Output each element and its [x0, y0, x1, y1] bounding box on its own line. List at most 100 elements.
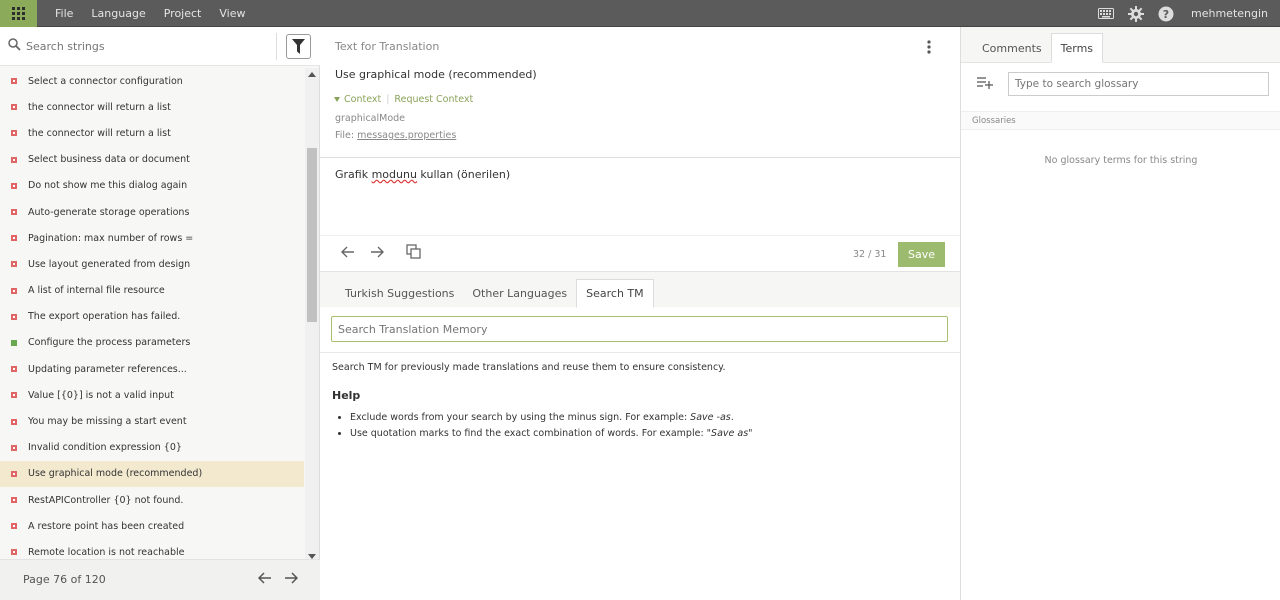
expand-triangle-icon[interactable] — [334, 97, 340, 102]
tab-search-tm[interactable]: Search TM — [576, 279, 654, 308]
app-menu-button[interactable] — [0, 0, 37, 27]
string-label: the connector will return a list — [28, 101, 171, 113]
context-file: File: messages.properties — [335, 130, 456, 141]
menu-project[interactable]: Project — [164, 7, 202, 20]
untranslated-status-icon — [11, 418, 17, 425]
top-right-controls: ? mehmetengin — [1091, 0, 1280, 27]
string-list-item[interactable]: Invalid condition expression {0} — [0, 435, 304, 461]
suggestion-tabs-bar: Turkish Suggestions Other Languages Sear… — [320, 271, 960, 308]
scroll-up-arrow[interactable] — [308, 72, 316, 77]
untranslated-status-icon — [11, 470, 17, 477]
untranslated-status-icon — [11, 523, 17, 530]
context-toggle[interactable]: Context — [344, 94, 381, 105]
page-label: Page 76 of 120 — [23, 573, 106, 586]
pagination: Page 76 of 120 — [0, 559, 320, 600]
string-search-bar — [0, 27, 320, 66]
string-list-item[interactable]: The export operation has failed. — [0, 304, 304, 330]
untranslated-status-icon — [11, 261, 17, 268]
untranslated-status-icon — [11, 209, 17, 216]
glossaries-header: Glossaries — [961, 111, 1280, 130]
string-list-item[interactable]: Select a connector configuration — [0, 68, 304, 94]
string-label: Invalid condition expression {0} — [28, 442, 182, 454]
untranslated-status-icon — [11, 313, 17, 320]
grid-icon — [12, 7, 25, 20]
string-label: Auto-generate storage operations — [28, 206, 190, 218]
menu-language[interactable]: Language — [91, 7, 145, 20]
string-list-item[interactable]: Updating parameter references... — [0, 356, 304, 382]
string-list-item[interactable]: Do not show me this dialog again — [0, 173, 304, 199]
string-list-item[interactable]: You may be missing a start event — [0, 408, 304, 434]
untranslated-status-icon — [11, 78, 17, 85]
tab-terms[interactable]: Terms — [1050, 33, 1104, 63]
help-item: Exclude words from your search by using … — [350, 412, 753, 423]
string-list-item[interactable]: Remote location is not reachable — [0, 539, 304, 559]
request-context-link[interactable]: Request Context — [394, 94, 473, 105]
untranslated-status-icon — [11, 104, 17, 111]
help-icon[interactable]: ? — [1156, 4, 1176, 24]
divider — [320, 352, 960, 353]
help-text: Exclude words from your search by using … — [350, 412, 691, 423]
string-label: A restore point has been created — [28, 520, 185, 532]
string-label: Remote location is not reachable — [28, 546, 185, 558]
context-row: Context | Request Context — [334, 94, 473, 105]
string-list-item[interactable]: Configure the process parameters — [0, 330, 304, 356]
tab-comments[interactable]: Comments — [973, 33, 1051, 63]
string-label: You may be missing a start event — [28, 416, 187, 428]
arrow-left-icon[interactable] — [341, 246, 355, 258]
search-strings-input[interactable] — [26, 37, 266, 55]
divider — [276, 33, 277, 60]
user-name[interactable]: mehmetengin — [1191, 7, 1268, 20]
right-tabs-bar: Comments Terms — [961, 27, 1280, 63]
no-terms-message: No glossary terms for this string — [1044, 155, 1198, 166]
string-list-item[interactable]: Auto-generate storage operations — [0, 199, 304, 225]
prev-page-arrow-icon[interactable] — [258, 572, 272, 584]
next-page-arrow-icon[interactable] — [284, 572, 298, 584]
add-term-icon[interactable] — [977, 77, 993, 89]
editor-panel: Text for Translation Use graphical mode … — [320, 27, 960, 600]
help-item: Use quotation marks to find the exact co… — [350, 428, 753, 439]
string-list-item[interactable]: Use layout generated from design — [0, 251, 304, 277]
glossary-search-input[interactable] — [1008, 72, 1269, 96]
string-list-item[interactable]: the connector will return a list — [0, 120, 304, 146]
string-list-item[interactable]: the connector will return a list — [0, 94, 304, 120]
string-list-item[interactable]: Use graphical mode (recommended) — [0, 460, 304, 487]
string-label: Select business data or document — [28, 154, 190, 166]
untranslated-status-icon — [11, 130, 17, 137]
filter-button[interactable] — [286, 34, 311, 59]
more-options-icon[interactable] — [927, 40, 931, 54]
string-list-item[interactable]: RestAPIController {0} not found. — [0, 487, 304, 513]
scroll-thumb[interactable] — [307, 148, 317, 322]
search-icon — [8, 38, 21, 51]
untranslated-status-icon — [11, 235, 17, 242]
string-list-item[interactable]: Select business data or document — [0, 147, 304, 173]
main-menu: File Language Project View — [46, 0, 254, 27]
string-label: Do not show me this dialog again — [28, 180, 188, 192]
gear-icon[interactable] — [1126, 4, 1146, 24]
translation-field[interactable]: Grafik modunu kullan (önerilen) — [335, 168, 510, 181]
string-list-item[interactable]: Pagination: max number of rows = — [0, 225, 304, 251]
save-button[interactable]: Save — [898, 242, 945, 267]
string-label: A list of internal file resource — [28, 285, 165, 297]
help-list: Exclude words from your search by using … — [350, 412, 753, 444]
top-bar: File Language Project View ? mehmetengin — [0, 0, 1280, 27]
tab-turkish-suggestions[interactable]: Turkish Suggestions — [336, 279, 463, 308]
tab-other-languages[interactable]: Other Languages — [463, 279, 576, 308]
help-text: Use quotation marks to find the exact co… — [350, 428, 707, 439]
copy-source-icon[interactable] — [406, 244, 421, 259]
string-list-item[interactable]: A list of internal file resource — [0, 278, 304, 304]
svg-text:?: ? — [1163, 8, 1169, 21]
arrow-right-icon[interactable] — [370, 246, 384, 258]
menu-file[interactable]: File — [55, 7, 73, 20]
keyboard-icon[interactable] — [1096, 4, 1116, 24]
string-list-item[interactable]: Value [{0}] is not a valid input — [0, 382, 304, 408]
translation-part: kullan (önerilen) — [416, 168, 511, 181]
menu-view[interactable]: View — [219, 7, 245, 20]
translation-part: Grafik — [335, 168, 372, 181]
string-list-item[interactable]: A restore point has been created — [0, 513, 304, 539]
separator: | — [386, 94, 390, 105]
untranslated-status-icon — [11, 182, 17, 189]
search-tm-input[interactable] — [331, 316, 948, 342]
strings-scrollbar[interactable] — [305, 68, 319, 559]
file-link[interactable]: messages.properties — [357, 130, 456, 141]
tm-info-text: Search TM for previously made translatio… — [332, 362, 726, 373]
